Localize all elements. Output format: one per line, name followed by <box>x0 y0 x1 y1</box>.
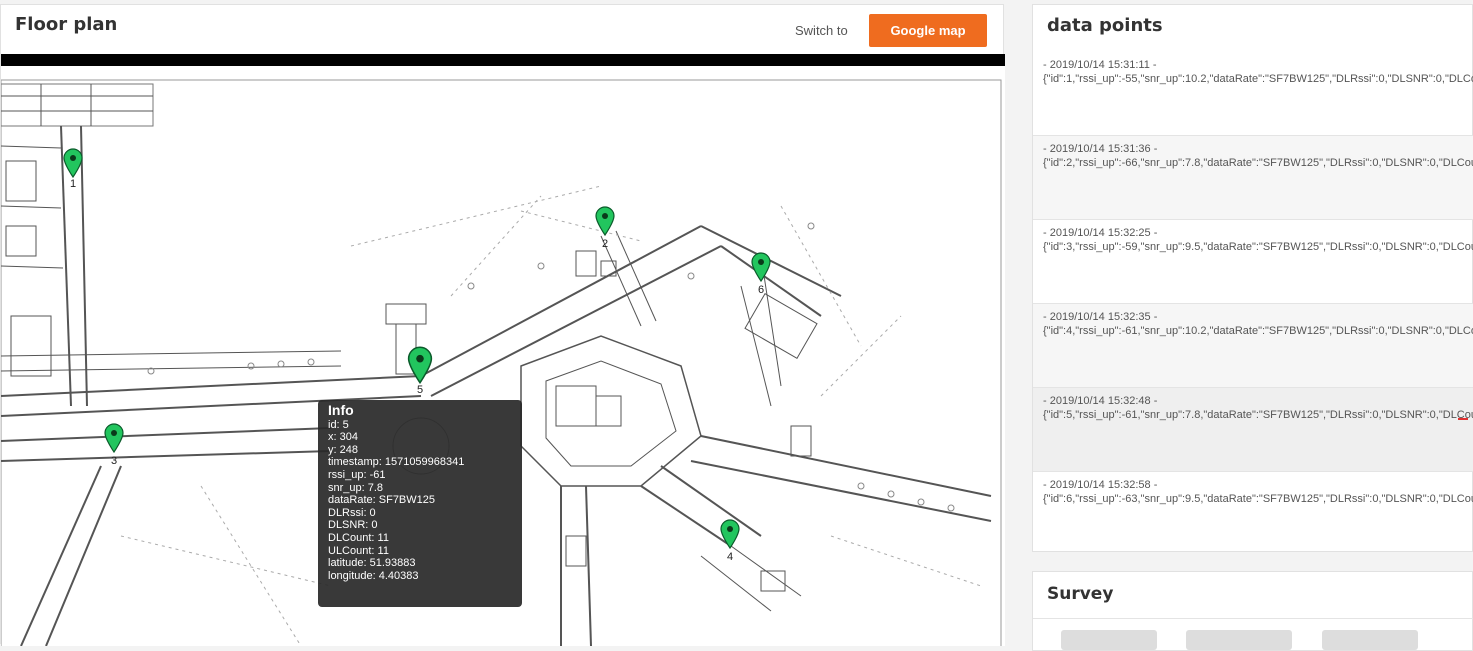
survey-button[interactable] <box>1322 630 1418 650</box>
list-item[interactable]: - 2019/10/14 15:32:35 - {"id":4,"rssi_up… <box>1033 304 1473 388</box>
info-line: id: 5 <box>328 418 349 431</box>
divider <box>1033 618 1473 619</box>
list-item-text: - 2019/10/14 15:32:48 - {"id":5,"rssi_up… <box>1043 395 1473 421</box>
marker-label-4: 4 <box>726 551 734 563</box>
switch-to-label: Switch to <box>795 23 848 38</box>
marker-label-3: 3 <box>110 455 118 467</box>
floor-plan-title: Floor plan <box>15 14 118 35</box>
list-item[interactable]: - 2019/10/14 15:32:58 - {"id":6,"rssi_up… <box>1033 472 1473 550</box>
info-line: latitude: 51.93883 <box>328 557 416 570</box>
info-title: Info <box>328 402 354 418</box>
survey-panel: Survey <box>1032 571 1473 651</box>
survey-button[interactable] <box>1061 630 1157 650</box>
marker-label-6: 6 <box>757 284 765 296</box>
map-pin-icon[interactable] <box>407 346 433 385</box>
marker-label-2: 2 <box>601 238 609 250</box>
list-item[interactable]: - 2019/10/14 15:31:11 - {"id":1,"rssi_up… <box>1033 52 1473 136</box>
survey-title: Survey <box>1047 584 1114 604</box>
list-item-selected[interactable]: - 2019/10/14 15:32:48 - {"id":5,"rssi_up… <box>1033 388 1473 472</box>
info-line: timestamp: 1571059968341 <box>328 456 465 469</box>
info-line: longitude: 4.40383 <box>328 569 419 582</box>
data-points-panel: data points - 2019/10/14 15:31:11 - {"id… <box>1032 4 1473 552</box>
remove-icon[interactable] <box>1458 418 1468 420</box>
info-line: ULCount: 11 <box>328 544 389 557</box>
info-line: DLCount: 11 <box>328 531 389 544</box>
map-pin-icon[interactable] <box>595 206 615 237</box>
info-line: DLSNR: 0 <box>328 519 378 532</box>
map-pin-icon[interactable] <box>104 423 124 454</box>
list-item[interactable]: - 2019/10/14 15:31:36 - {"id":2,"rssi_up… <box>1033 136 1473 220</box>
survey-button[interactable] <box>1186 630 1292 650</box>
info-line: y: 248 <box>328 443 358 456</box>
data-points-title: data points <box>1047 15 1163 36</box>
marker-label-5: 5 <box>416 384 424 396</box>
marker-label-1: 1 <box>69 178 77 190</box>
map-pin-icon[interactable] <box>63 148 83 179</box>
list-item[interactable]: - 2019/10/14 15:32:25 - {"id":3,"rssi_up… <box>1033 220 1473 304</box>
data-points-list[interactable]: - 2019/10/14 15:31:11 - {"id":1,"rssi_up… <box>1033 52 1473 550</box>
map-pin-icon[interactable] <box>751 252 771 283</box>
map-pin-icon[interactable] <box>720 519 740 550</box>
info-popup: Info id: 5 x: 304 y: 248 timestamp: 1571… <box>318 400 522 607</box>
info-line: DLRssi: 0 <box>328 506 376 519</box>
info-line: x: 304 <box>328 431 358 444</box>
google-map-button[interactable]: Google map <box>869 14 987 47</box>
floor-plan-header-bar <box>1 54 1005 66</box>
info-line: rssi_up: -61 <box>328 468 386 481</box>
info-line: dataRate: SF7BW125 <box>328 494 436 507</box>
info-line: snr_up: 7.8 <box>328 481 384 494</box>
